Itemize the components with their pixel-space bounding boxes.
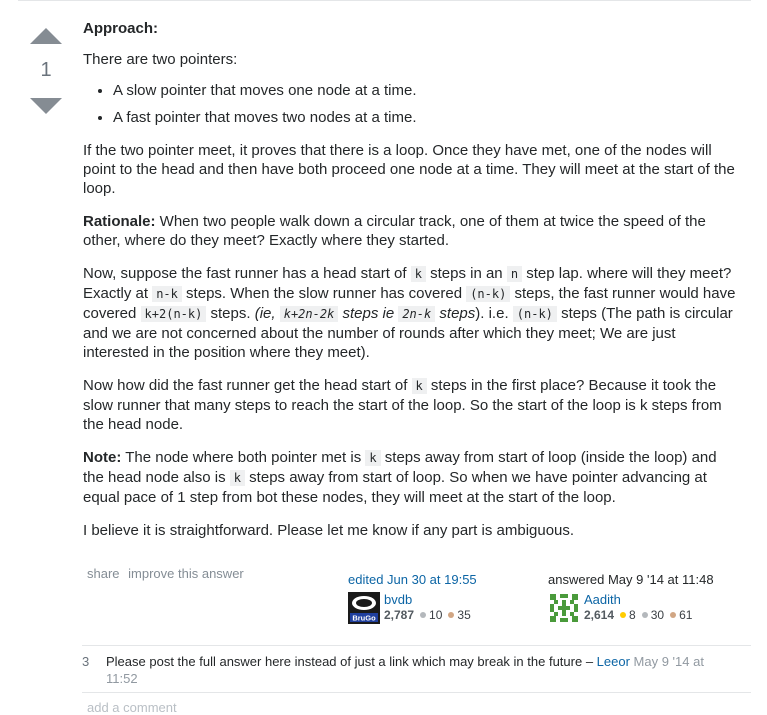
improve-answer-link[interactable]: improve this answer — [128, 566, 244, 581]
list-item: A slow pointer that moves one node at a … — [113, 81, 738, 100]
italic-note: (ie, k+2n-2k steps ie 2n-k steps — [254, 305, 476, 322]
intro-text: There are two pointers: — [83, 51, 238, 68]
comment-text: Please post the full answer here instead… — [106, 654, 704, 686]
downvote-arrow-icon[interactable] — [30, 98, 62, 114]
editor-reputation: 2,787 10 35 — [384, 608, 471, 622]
loop-paragraph: If the two pointer meet, it proves that … — [83, 142, 735, 197]
top-divider — [18, 0, 751, 1]
inline-code: k — [411, 378, 427, 394]
gold-badge-icon — [620, 612, 627, 619]
head-start-origin-paragraph: Now how did the fast runner get the head… — [83, 377, 722, 433]
silver-badge-icon — [641, 612, 648, 619]
rationale-label: Rationale: — [83, 213, 156, 230]
add-comment-link[interactable]: add a comment — [87, 700, 177, 715]
comments-section: 3 Please post the full answer here inste… — [82, 645, 751, 687]
inline-code: n-k — [152, 286, 182, 302]
answerer-signature: answered May 9 '14 at 11:48 Aadith 2,614… — [548, 572, 714, 624]
answerer-name[interactable]: Aadith — [584, 593, 692, 607]
rationale-paragraph: Rationale: When two people walk down a c… — [83, 213, 706, 249]
vote-column: 1 — [28, 28, 64, 114]
avatar-lettering: BruGo — [352, 614, 376, 623]
editor-avatar[interactable]: BruGo — [348, 592, 380, 624]
inline-code: k — [365, 450, 381, 466]
bronze-badge-icon — [670, 612, 677, 619]
pointer-list: A slow pointer that moves one node at a … — [83, 81, 738, 127]
inline-code: k+2(n-k) — [140, 306, 207, 322]
inline-code: k — [410, 266, 426, 282]
list-item: A fast pointer that moves two nodes at a… — [113, 108, 738, 127]
answerer-reputation: 2,614 8 30 61 — [584, 608, 693, 622]
vote-count: 1 — [40, 59, 52, 81]
comment-score: 3 — [82, 654, 90, 669]
inline-code: k+2n-2k — [279, 306, 339, 322]
head-start-paragraph: Now, suppose the fast runner has a head … — [83, 265, 736, 361]
comment-user-link[interactable]: Leeor — [597, 654, 630, 669]
approach-heading: Approach: — [83, 20, 158, 37]
editor-name[interactable]: bvdb — [384, 593, 471, 607]
comments-bottom-divider — [82, 692, 751, 693]
inline-code: 2n-k — [398, 306, 436, 322]
inline-code: (n-k) — [466, 286, 511, 302]
inline-code: n — [506, 266, 523, 282]
answered-timestamp: answered May 9 '14 at 11:48 — [548, 572, 714, 587]
inline-code: k — [229, 470, 246, 486]
inline-code: (n-k) — [512, 306, 557, 322]
silver-badge-icon — [420, 612, 427, 619]
note-label: Note: — [83, 449, 122, 466]
answer-body: Approach: There are two pointers: A slow… — [83, 19, 738, 554]
closing-paragraph: I believe it is straightforward. Please … — [83, 522, 575, 539]
upvote-arrow-icon[interactable] — [30, 28, 62, 44]
answerer-avatar[interactable] — [548, 592, 580, 624]
editor-signature: edited Jun 30 at 19:55 BruGo bvdb 2,787 1… — [348, 572, 477, 624]
share-link[interactable]: share — [87, 566, 120, 581]
edited-timestamp-link[interactable]: edited Jun 30 at 19:55 — [348, 572, 477, 587]
bronze-badge-icon — [448, 612, 455, 619]
note-paragraph: Note: The node where both pointer met is… — [83, 449, 717, 506]
post-menu: share improve this answer — [87, 566, 249, 581]
comment: 3 Please post the full answer here inste… — [82, 646, 751, 687]
